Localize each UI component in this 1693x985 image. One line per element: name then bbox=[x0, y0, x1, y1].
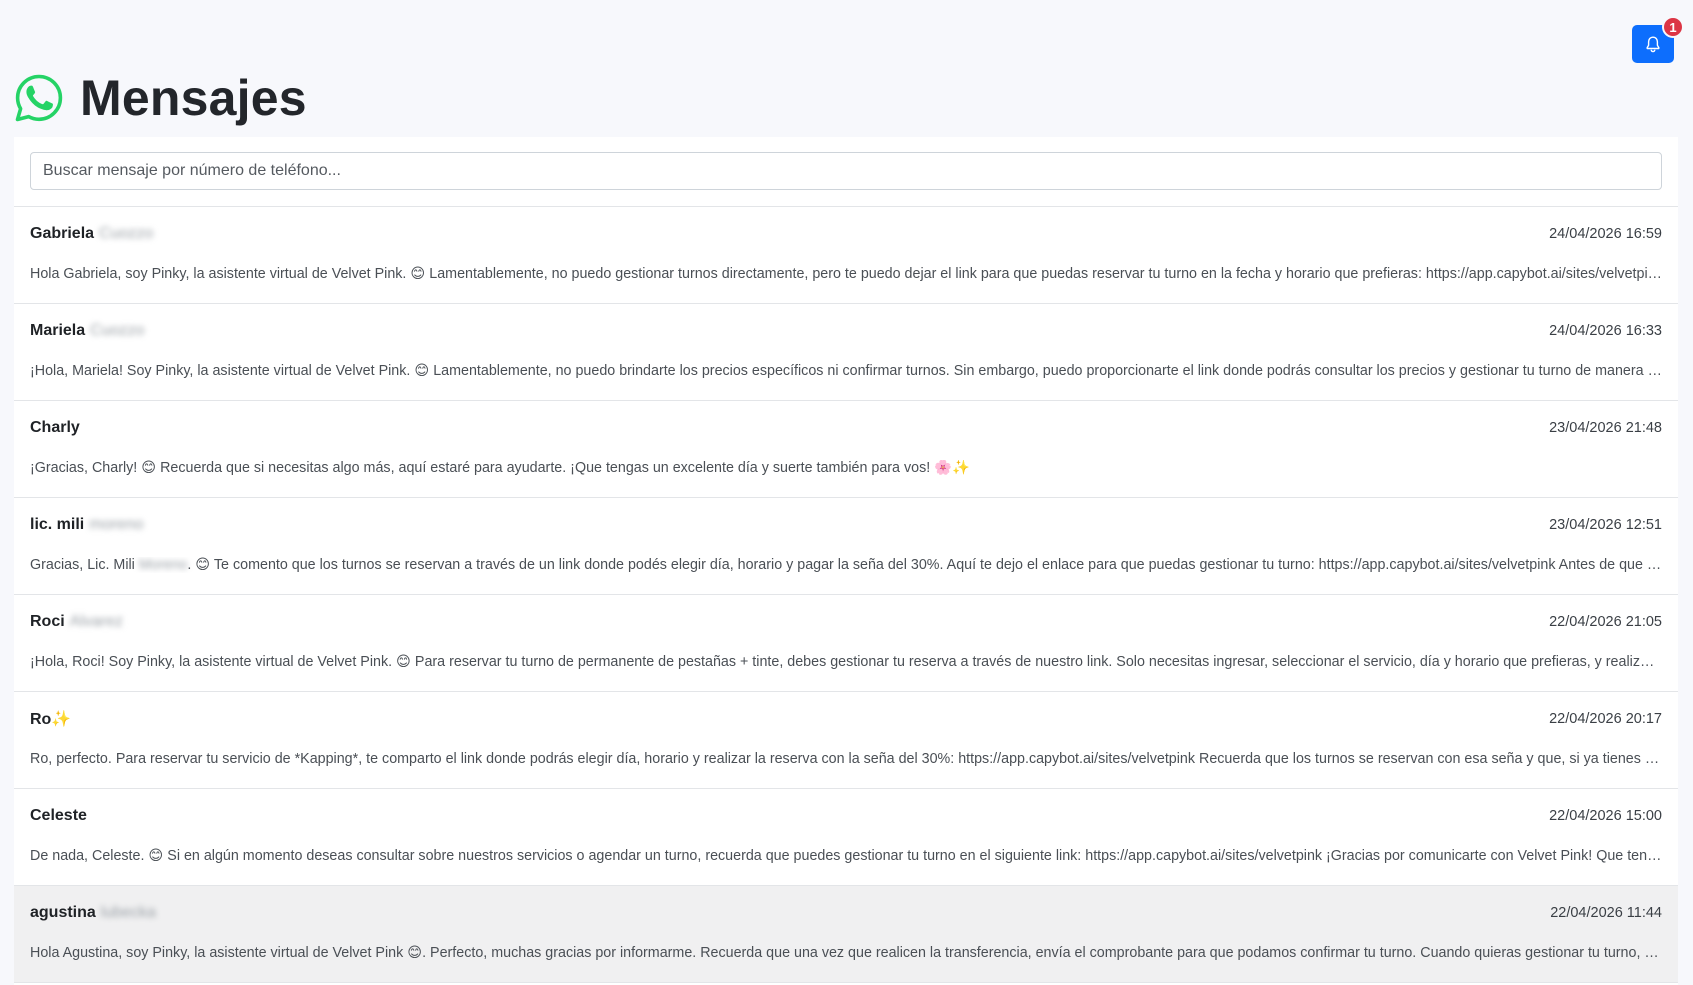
messages-panel: GabrielaCuozzo 24/04/2026 16:59 Hola Gab… bbox=[14, 137, 1678, 985]
message-row[interactable]: Roci Alvarez 22/04/2026 21:05 ¡Hola, Roci… bbox=[14, 595, 1678, 692]
contact-surname-blurred: Alvarez bbox=[69, 613, 124, 630]
message-preview: De nada, Celeste. 😊 Si en algún momento … bbox=[30, 848, 1662, 864]
contact-name: Roci Alvarez bbox=[30, 613, 124, 630]
message-date: 22/04/2026 20:17 bbox=[1549, 711, 1662, 727]
message-date: 24/04/2026 16:33 bbox=[1549, 323, 1662, 339]
contact-surname-blurred: Cuozzo bbox=[90, 322, 145, 339]
contact-name: lic. mili moreno bbox=[30, 516, 144, 533]
message-preview: Hola Agustina, soy Pinky, la asistente v… bbox=[30, 945, 1662, 961]
page-title: Mensajes bbox=[80, 70, 307, 126]
message-preview: Gracias, Lic. Mili Moreno. 😊 Te comento … bbox=[30, 557, 1662, 573]
bell-icon bbox=[1646, 36, 1660, 52]
contact-name: Charly bbox=[30, 419, 80, 436]
message-row[interactable]: Charly 23/04/2026 21:48 ¡Gracias, Charly… bbox=[14, 401, 1678, 498]
message-date: 22/04/2026 11:44 bbox=[1550, 905, 1662, 921]
contact-name: Mariela Cuozzo bbox=[30, 322, 145, 339]
message-row-hovered[interactable]: agustina lubecka 22/04/2026 11:44 Hola Ag… bbox=[14, 886, 1678, 983]
search-input[interactable] bbox=[30, 152, 1662, 190]
contact-name: Celeste bbox=[30, 807, 87, 824]
preview-name-blurred: Moreno bbox=[138, 557, 188, 573]
message-date: 23/04/2026 21:48 bbox=[1549, 420, 1662, 436]
message-row[interactable]: lic. mili moreno 23/04/2026 12:51 Gracias… bbox=[14, 498, 1678, 595]
message-row[interactable]: Mariela Cuozzo 24/04/2026 16:33 ¡Hola, Ma… bbox=[14, 304, 1678, 401]
contact-name: agustina lubecka bbox=[30, 904, 156, 921]
message-row[interactable]: Celeste 22/04/2026 15:00 De nada, Celest… bbox=[14, 789, 1678, 886]
message-preview: Hola Gabriela, soy Pinky, la asistente v… bbox=[30, 266, 1662, 282]
notification-count-badge: 1 bbox=[1662, 16, 1684, 38]
message-date: 22/04/2026 21:05 bbox=[1549, 614, 1662, 630]
message-date: 24/04/2026 16:59 bbox=[1549, 226, 1662, 242]
message-preview: ¡Hola, Roci! Soy Pinky, la asistente vir… bbox=[30, 654, 1662, 670]
contact-surname-blurred: moreno bbox=[89, 516, 144, 533]
message-row[interactable]: Ro✨ 22/04/2026 20:17 Ro, perfecto. Para … bbox=[14, 692, 1678, 789]
message-preview: ¡Hola, Mariela! Soy Pinky, la asistente … bbox=[30, 363, 1662, 379]
message-preview: ¡Gracias, Charly! 😊 Recuerda que si nece… bbox=[30, 460, 970, 476]
message-preview: Ro, perfecto. Para reservar tu servicio … bbox=[30, 751, 1662, 767]
page-header: Mensajes bbox=[14, 70, 307, 126]
contact-name: Ro✨ bbox=[30, 711, 72, 728]
contact-name: Gabriela Cuozzo bbox=[30, 225, 154, 242]
contact-surname-blurred: Cuozzo bbox=[99, 225, 154, 242]
message-date: 23/04/2026 12:51 bbox=[1549, 517, 1662, 533]
message-date: 22/04/2026 15:00 bbox=[1549, 808, 1662, 824]
contact-surname-blurred: lubecka bbox=[100, 904, 156, 921]
message-row[interactable]: Gabriela Cuozzo 24/04/2026 16:59 Hola Gab… bbox=[14, 207, 1678, 304]
search-bar bbox=[14, 137, 1678, 207]
message-list: Gabriela Cuozzo 24/04/2026 16:59 Hola Gab… bbox=[14, 207, 1678, 983]
whatsapp-icon bbox=[15, 74, 63, 122]
